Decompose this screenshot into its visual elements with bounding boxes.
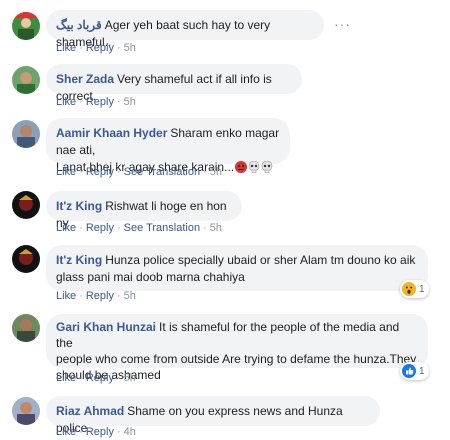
comment-author[interactable]: Riaz Ahmad xyxy=(56,404,124,418)
comment-bubble: Gari Khan Hunzai It is shameful for the p… xyxy=(46,314,428,382)
avatar[interactable] xyxy=(12,120,40,148)
reply-link[interactable]: Reply xyxy=(86,290,114,302)
reaction-count: 1 xyxy=(419,283,425,295)
separator: · xyxy=(116,372,121,384)
comment-actions: Like · Reply · See Translation · 5h xyxy=(56,222,222,234)
like-link[interactable]: Like xyxy=(56,426,76,438)
avatar[interactable] xyxy=(12,314,40,342)
comment-text-line2: people who come from outside Are trying … xyxy=(56,352,417,366)
avatar[interactable] xyxy=(12,12,40,40)
comment-actions: Like · Reply · 5h xyxy=(56,372,136,384)
comment-author[interactable]: Sher Zada xyxy=(56,72,114,86)
like-link[interactable]: Like xyxy=(56,42,76,54)
comment-bubble: Riaz Ahmad Shame on you express news and … xyxy=(46,396,380,435)
avatar[interactable] xyxy=(12,191,40,219)
separator: · xyxy=(79,166,83,178)
reaction-summary[interactable]: 1 xyxy=(400,362,429,380)
separator: · xyxy=(79,96,83,108)
comment-author[interactable]: Aamir Khaan Hyder xyxy=(56,126,167,140)
comment-author[interactable]: قرباد بیگ xyxy=(56,18,102,32)
comment-actions: Like · Reply · 5h xyxy=(56,96,136,108)
comment-time[interactable]: 5h xyxy=(210,166,222,178)
comment-author[interactable]: It'z King xyxy=(56,199,102,213)
comment-bubble: It'z King Rishwat li hoge en hon ny xyxy=(46,191,242,230)
reply-link[interactable]: Reply xyxy=(86,96,114,108)
avatar[interactable] xyxy=(12,66,40,94)
reply-link[interactable]: Reply xyxy=(86,426,114,438)
comment-text-line1: Hunza police specially ubaid or sher Ala… xyxy=(105,253,416,267)
like-link[interactable]: Like xyxy=(56,290,76,302)
reply-link[interactable]: Reply xyxy=(86,166,114,178)
wow-reaction-icon xyxy=(402,282,416,296)
skull-emoji-icon xyxy=(248,160,260,173)
separator: · xyxy=(203,166,207,178)
separator: · xyxy=(116,96,121,108)
reply-link[interactable]: Reply xyxy=(86,42,114,54)
comment-actions: Like · Reply · 4h xyxy=(56,426,136,438)
separator: · xyxy=(79,372,83,384)
like-link[interactable]: Like xyxy=(56,166,76,178)
avatar[interactable] xyxy=(12,245,40,273)
comment-time[interactable]: 5h xyxy=(210,222,222,234)
comment-time[interactable]: 5h xyxy=(124,372,136,384)
reaction-summary[interactable]: 1 xyxy=(400,280,429,298)
comment-author[interactable]: It'z King xyxy=(56,253,102,267)
comment-author[interactable]: Gari Khan Hunzai xyxy=(56,320,156,334)
separator: · xyxy=(116,42,121,54)
comment-actions: Like · Reply · 5h xyxy=(56,290,136,302)
like-link[interactable]: Like xyxy=(56,96,76,108)
comment-time[interactable]: 5h xyxy=(124,96,136,108)
more-options-icon[interactable]: ··· xyxy=(334,16,351,32)
reply-link[interactable]: Reply xyxy=(86,222,114,234)
reaction-count: 1 xyxy=(419,365,425,377)
avatar[interactable] xyxy=(12,397,40,425)
separator: · xyxy=(79,426,83,438)
reply-link[interactable]: Reply xyxy=(86,372,114,384)
see-translation-link[interactable]: See Translation xyxy=(124,222,200,234)
comment-actions: Like · Reply · 5h xyxy=(56,42,136,54)
comment-actions: Like · Reply · See Translation · 5h xyxy=(56,166,222,178)
separator: · xyxy=(79,222,83,234)
like-link[interactable]: Like xyxy=(56,222,76,234)
comment-bubble: قرباد بیگ Ager yeh baat such hay to very … xyxy=(46,10,324,49)
separator: · xyxy=(116,290,121,302)
like-link[interactable]: Like xyxy=(56,372,76,384)
comment-bubble: It'z King Hunza police specially ubaid or… xyxy=(46,245,428,291)
comment-time[interactable]: 5h xyxy=(124,42,136,54)
skull-emoji-icon xyxy=(261,160,273,173)
separator: · xyxy=(116,222,121,234)
comment-bubble: Sher Zada Very shameful act if all info i… xyxy=(46,64,302,103)
comment-text-line2: glass pani mai doob marna chahiya xyxy=(56,270,245,284)
separator: · xyxy=(203,222,207,234)
separator: · xyxy=(79,290,83,302)
see-translation-link[interactable]: See Translation xyxy=(124,166,200,178)
comment-bubble: Aamir Khaan Hyder Sharam enko magar nae a… xyxy=(46,118,290,174)
angry-emoji-icon xyxy=(235,161,248,173)
comment-time[interactable]: 5h xyxy=(124,290,136,302)
like-reaction-icon xyxy=(402,364,416,378)
separator: · xyxy=(116,426,121,438)
separator: · xyxy=(116,166,121,178)
separator: · xyxy=(79,42,83,54)
comment-time[interactable]: 4h xyxy=(124,426,136,438)
